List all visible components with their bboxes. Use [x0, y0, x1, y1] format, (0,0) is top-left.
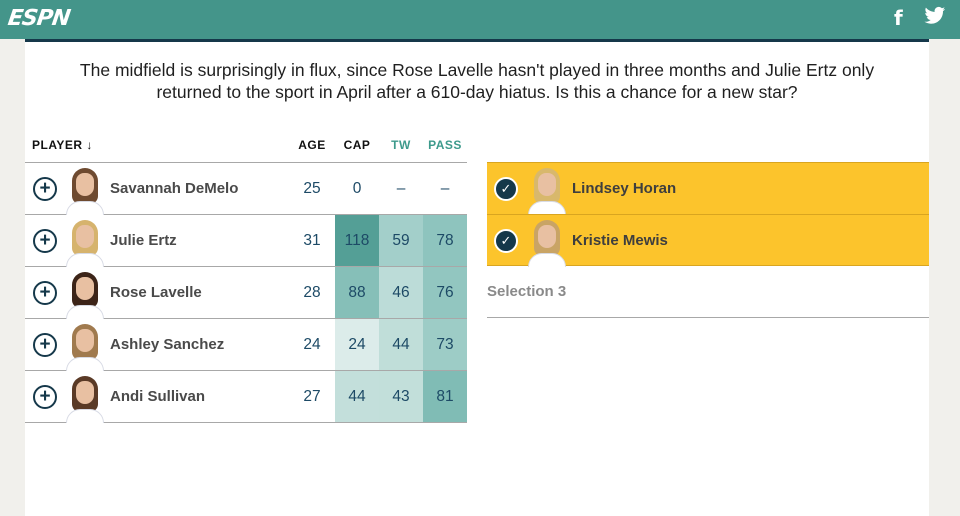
age-cell: 25 — [303, 180, 321, 197]
table-row[interactable]: + Julie Ertz 31 118 59 78 — [25, 215, 467, 267]
player-name: Andi Sullivan — [110, 388, 206, 405]
pass-cell: 81 — [423, 371, 467, 422]
cap-cell: 24 — [335, 319, 379, 370]
table-row[interactable]: + Rose Lavelle 28 88 46 76 — [25, 267, 467, 319]
tw-cell: 46 — [379, 267, 423, 318]
column-header-age[interactable]: AGE — [297, 138, 327, 152]
age-cell: 24 — [303, 336, 321, 353]
avatar — [63, 167, 107, 215]
avatar-shirt — [528, 201, 566, 215]
twitter-icon[interactable] — [924, 6, 946, 31]
column-header-player[interactable]: PLAYER ↓ — [32, 138, 93, 152]
avatar — [525, 219, 569, 267]
player-table: + Savannah DeMelo 25 0 – – + Julie Ertz … — [25, 162, 467, 423]
intro-text: The midfield is surprisingly in flux, si… — [79, 60, 875, 102]
avatar-shirt — [66, 357, 104, 371]
table-row[interactable]: + Ashley Sanchez 24 24 44 73 — [25, 319, 467, 371]
avatar-shirt — [66, 201, 104, 215]
column-header-pass[interactable]: PASS — [423, 138, 467, 152]
check-icon[interactable]: ✓ — [494, 177, 518, 201]
avatar — [525, 167, 569, 215]
pass-cell: 73 — [423, 319, 467, 370]
empty-selection-label: Selection 3 — [487, 283, 567, 300]
avatar-shirt — [66, 253, 104, 267]
player-name: Julie Ertz — [110, 232, 177, 249]
avatar-face — [76, 329, 94, 352]
selection-slot-1[interactable]: ✓ Lindsey Horan — [487, 162, 929, 215]
player-name: Savannah DeMelo — [110, 180, 239, 197]
avatar-face — [76, 381, 94, 404]
avatar-shirt — [66, 409, 104, 423]
avatar-face — [538, 173, 556, 196]
cap-cell: 88 — [335, 267, 379, 318]
tw-cell: 59 — [379, 215, 423, 266]
table-row[interactable]: + Andi Sullivan 27 44 43 81 — [25, 371, 467, 423]
tw-cell: 43 — [379, 371, 423, 422]
facebook-icon[interactable]: f — [894, 6, 903, 30]
tw-cell: 44 — [379, 319, 423, 370]
avatar — [63, 271, 107, 319]
age-cell: 27 — [303, 388, 321, 405]
pass-cell: 76 — [423, 267, 467, 318]
avatar — [63, 375, 107, 423]
add-player-button[interactable]: + — [33, 385, 57, 409]
header-bar: ESPN f — [0, 0, 960, 39]
avatar — [63, 219, 107, 267]
avatar-shirt — [66, 305, 104, 319]
age-cell: 31 — [303, 232, 321, 249]
avatar-shirt — [528, 253, 566, 267]
avatar — [63, 323, 107, 371]
table-row[interactable]: + Savannah DeMelo 25 0 – – — [25, 163, 467, 215]
selection-slot-3[interactable]: Selection 3 — [487, 266, 929, 318]
add-player-button[interactable]: + — [33, 177, 57, 201]
espn-logo[interactable]: ESPN — [6, 6, 71, 31]
player-name: Rose Lavelle — [110, 284, 202, 301]
avatar-face — [538, 225, 556, 248]
cap-cell: 118 — [335, 215, 379, 266]
selection-slot-2[interactable]: ✓ Kristie Mewis — [487, 214, 929, 267]
add-player-button[interactable]: + — [33, 333, 57, 357]
pass-cell: – — [440, 180, 450, 197]
avatar-face — [76, 173, 94, 196]
check-icon[interactable]: ✓ — [494, 229, 518, 253]
age-cell: 28 — [303, 284, 321, 301]
cap-cell: 44 — [335, 371, 379, 422]
column-header-tw[interactable]: TW — [379, 138, 423, 152]
column-header-cap[interactable]: CAP — [335, 138, 379, 152]
player-name: Ashley Sanchez — [110, 336, 225, 353]
avatar-face — [76, 225, 94, 248]
content-card: The midfield is surprisingly in flux, si… — [25, 39, 929, 516]
add-player-button[interactable]: + — [33, 229, 57, 253]
avatar-face — [76, 277, 94, 300]
selected-player-name: Lindsey Horan — [572, 180, 677, 197]
selected-player-name: Kristie Mewis — [572, 232, 668, 249]
pass-cell: 78 — [423, 215, 467, 266]
tw-cell: – — [396, 180, 406, 197]
add-player-button[interactable]: + — [33, 281, 57, 305]
cap-cell: 0 — [352, 180, 362, 197]
